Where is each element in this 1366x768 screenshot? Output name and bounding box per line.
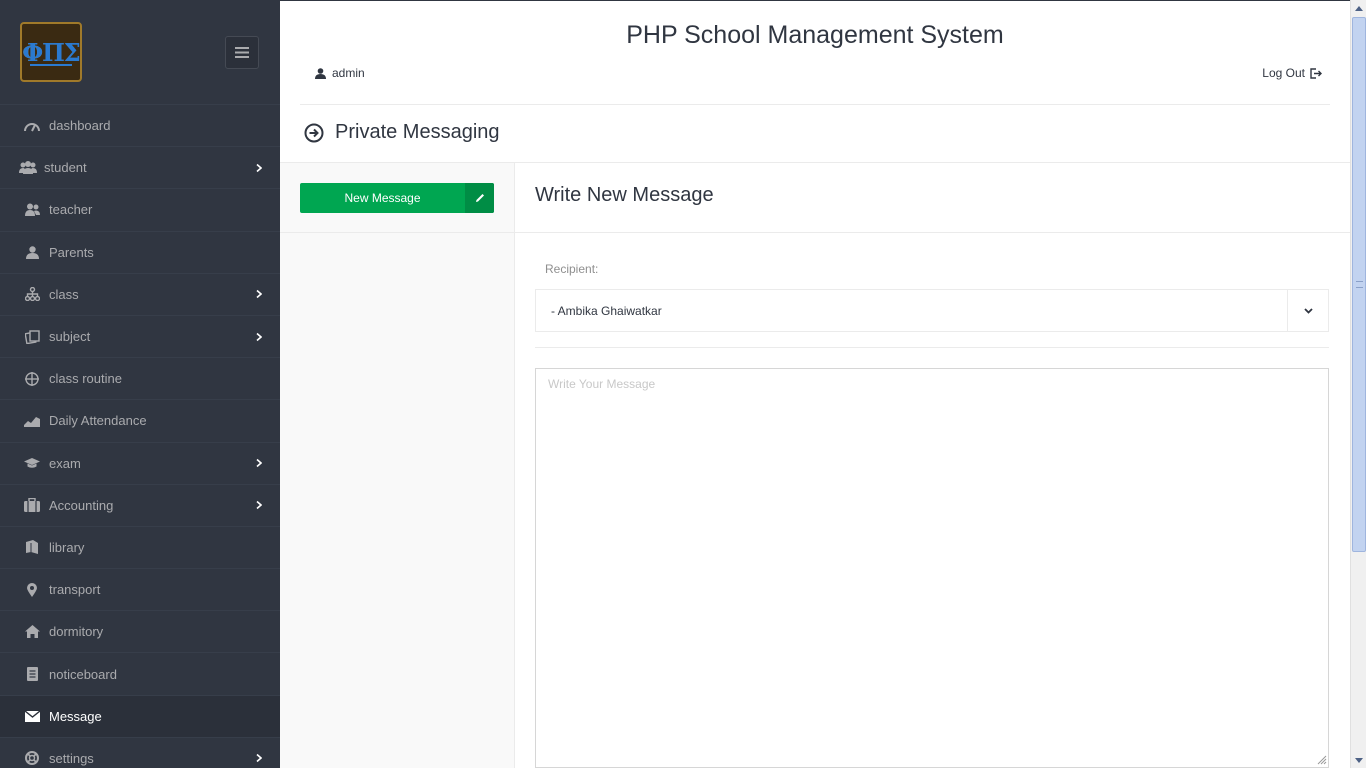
user-pair-icon xyxy=(22,202,42,218)
scrollbar-grip xyxy=(1356,281,1363,288)
sidebar-item-parents[interactable]: Parents xyxy=(0,230,280,273)
hamburger-menu-icon xyxy=(235,47,249,58)
logo[interactable]: ΦΠΣ xyxy=(20,22,82,82)
app-title: PHP School Management System xyxy=(626,21,1004,49)
recipient-select-value: - Ambika Ghaiwatkar xyxy=(551,303,662,318)
header-divider xyxy=(300,104,1330,105)
logo-text: ΦΠΣ xyxy=(22,37,81,67)
new-message-button[interactable]: New Message xyxy=(300,183,494,213)
sidebar-item-label: Parents xyxy=(49,244,94,260)
sidebar-item-class[interactable]: class xyxy=(0,272,280,315)
sidebar-item-library[interactable]: library xyxy=(0,525,280,568)
sidebar-item-label: dormitory xyxy=(49,624,104,640)
recipient-select[interactable]: - Ambika Ghaiwatkar xyxy=(535,289,1329,332)
logo-underline xyxy=(30,64,72,66)
scrollbar-thumb[interactable] xyxy=(1352,17,1366,552)
recipient-label: Recipient: xyxy=(545,262,599,276)
chevron-right-icon xyxy=(256,458,262,468)
sidebar-item-student[interactable]: student xyxy=(0,146,280,188)
mail-container: New Message Write New Message Recipient:… xyxy=(280,162,1350,768)
sidebar-item-dormitory[interactable]: dormitory xyxy=(0,610,280,652)
sidebar-item-subject[interactable]: subject xyxy=(0,314,280,357)
sidebar-item-noticeboard[interactable]: noticeboard xyxy=(0,652,280,694)
user-icon xyxy=(22,244,42,260)
sidebar-item-label: subject xyxy=(49,329,91,345)
main-content: PHP School Management System admin Log O… xyxy=(280,0,1350,768)
gauge-icon xyxy=(22,118,42,134)
sidebar-item-transport[interactable]: transport xyxy=(0,568,280,610)
lifebuoy-icon xyxy=(22,750,42,766)
target-icon xyxy=(22,371,42,387)
username: admin xyxy=(332,66,365,80)
sidebar-item-label: class xyxy=(49,286,79,302)
sidebar-item-teacher[interactable]: teacher xyxy=(0,188,280,230)
location-icon xyxy=(22,582,42,598)
form-divider xyxy=(535,347,1329,348)
book-icon xyxy=(22,539,42,555)
sidebar-item-label: teacher xyxy=(49,202,93,218)
sidebar-item-class-routine[interactable]: class routine xyxy=(0,357,280,399)
sidebar-item-label: exam xyxy=(49,455,81,471)
mail-sidebar-divider xyxy=(280,232,514,233)
sidebar-item-label: Message xyxy=(49,708,102,724)
sidebar-item-dashboard[interactable]: dashboard xyxy=(0,104,280,146)
suitcase-icon xyxy=(22,497,42,513)
page-title: Private Messaging xyxy=(304,121,500,144)
sidebar-item-exam[interactable]: exam xyxy=(0,441,280,484)
sidebar-item-label: student xyxy=(44,160,87,176)
vertical-scrollbar[interactable] xyxy=(1350,0,1366,768)
pencil-icon xyxy=(465,183,494,213)
chevron-right-icon xyxy=(256,754,262,763)
sidebar-item-label: transport xyxy=(49,582,101,598)
docs-icon xyxy=(22,329,42,345)
mail-sidebar: New Message xyxy=(280,163,515,768)
arrow-circle-right-icon xyxy=(304,123,324,142)
sidebar: ΦΠΣ dashboard student teacher Parents cl… xyxy=(0,0,280,768)
chevron-right-icon xyxy=(256,332,262,341)
chart-area-icon xyxy=(22,413,42,429)
logout-icon xyxy=(1310,67,1322,79)
home-icon xyxy=(22,624,42,640)
compose-panel: Write New Message Recipient: - Ambika Gh… xyxy=(515,163,1350,768)
compose-divider xyxy=(515,232,1350,233)
sidebar-item-label: noticeboard xyxy=(49,666,117,682)
scroll-down-arrow-icon xyxy=(1355,757,1363,763)
sidebar-item-label: Accounting xyxy=(49,497,114,513)
message-textarea[interactable] xyxy=(535,368,1329,768)
logout-label: Log Out xyxy=(1262,66,1305,80)
users-icon xyxy=(18,160,38,176)
logout-link[interactable]: Log Out xyxy=(1262,66,1322,80)
sidebar-toggle-button[interactable] xyxy=(225,36,259,69)
compose-title: Write New Message xyxy=(535,184,714,206)
sidebar-item-label: Daily Attendance xyxy=(49,413,147,429)
sidebar-item-label: dashboard xyxy=(49,118,111,134)
chevron-right-icon xyxy=(256,163,262,172)
chevron-right-icon xyxy=(256,290,262,299)
chevron-down-icon[interactable] xyxy=(1287,290,1328,331)
graduation-cap-icon xyxy=(22,455,42,471)
doc-text-icon xyxy=(22,666,42,682)
scroll-down-button[interactable] xyxy=(1351,752,1366,768)
sidebar-item-daily-attendance[interactable]: Daily Attendance xyxy=(0,399,280,441)
user-info[interactable]: admin xyxy=(315,66,365,80)
new-message-label: New Message xyxy=(344,191,421,205)
sidebar-item-label: class routine xyxy=(49,371,122,387)
scroll-up-arrow-icon xyxy=(1355,5,1363,11)
page-title-text: Private Messaging xyxy=(335,121,500,143)
user-icon xyxy=(315,67,326,79)
sidebar-item-accounting[interactable]: Accounting xyxy=(0,483,280,526)
sidebar-item-label: settings xyxy=(49,750,94,766)
sidebar-menu: dashboard student teacher Parents class … xyxy=(0,104,280,768)
sidebar-item-message[interactable]: Message xyxy=(0,694,280,737)
scroll-up-button[interactable] xyxy=(1351,0,1366,16)
resize-grip-icon[interactable] xyxy=(1317,755,1327,765)
flow-tree-icon xyxy=(22,286,42,302)
sidebar-item-settings[interactable]: settings xyxy=(0,736,280,768)
chevron-right-icon xyxy=(256,501,262,510)
mail-icon xyxy=(22,708,42,724)
sidebar-item-label: library xyxy=(49,539,85,555)
